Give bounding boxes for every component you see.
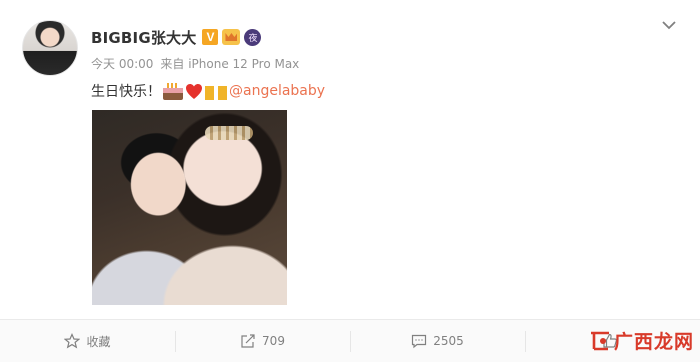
verified-badge-icon[interactable]: V xyxy=(202,29,219,45)
favorite-label: 收藏 xyxy=(86,334,111,349)
comment-button[interactable]: 2505 xyxy=(350,320,525,362)
night-badge-icon[interactable]: 夜 xyxy=(244,28,262,46)
comment-icon xyxy=(412,334,427,349)
post-photo[interactable] xyxy=(92,110,287,305)
post-time[interactable]: 今天 00:00 xyxy=(91,55,153,71)
user-avatar[interactable] xyxy=(22,20,78,76)
user-name[interactable]: BIGBIG张大大 xyxy=(91,27,196,48)
heart-emoji-icon xyxy=(186,83,202,99)
chevron-down-icon[interactable] xyxy=(660,16,678,34)
cheers-emoji-icon xyxy=(205,82,227,100)
crown-badge-icon[interactable] xyxy=(222,29,241,45)
watermark-text: 广西龙网 xyxy=(613,331,694,353)
hair-ornament xyxy=(205,125,254,140)
weibo-post-card: BIGBIG张大大 V 夜 今天 00:00 来自 iPhone 12 Pro … xyxy=(0,0,700,362)
cake-emoji-icon xyxy=(163,82,183,100)
user-name-row: BIGBIG张大大 V 夜 xyxy=(91,27,262,48)
watermark: 广西龙网 xyxy=(589,327,694,354)
watermark-logo-icon xyxy=(590,331,609,350)
mention-link[interactable]: @angelababy xyxy=(229,83,325,99)
repost-count: 709 xyxy=(262,334,285,348)
repost-icon xyxy=(241,334,255,348)
favorite-button[interactable]: 收藏 xyxy=(0,320,175,362)
post-text: 生日快乐！ xyxy=(91,84,161,100)
star-icon xyxy=(64,333,81,349)
comment-count: 2505 xyxy=(433,334,464,348)
post-source: 来自 iPhone 12 Pro Max xyxy=(160,57,300,71)
repost-button[interactable]: 709 xyxy=(175,320,350,362)
post-content: 生日快乐！ @angelababy xyxy=(91,81,325,101)
post-meta: 今天 00:00 来自 iPhone 12 Pro Max xyxy=(91,55,299,71)
